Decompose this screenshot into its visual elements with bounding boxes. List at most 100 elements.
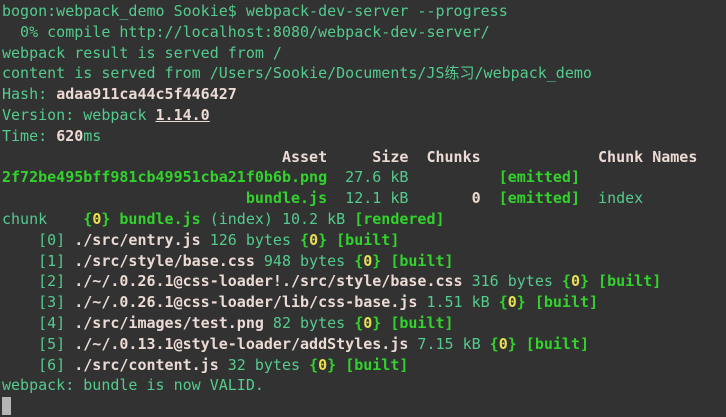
terminal-text-segment: ./src/content.js <box>74 356 219 374</box>
terminal-line: [4] ./src/images/test.png 82 bytes {0} [… <box>2 313 726 334</box>
terminal-text-segment: 1.51 kB <box>417 293 498 311</box>
terminal-line: [6] ./src/content.js 32 bytes {0} [built… <box>2 355 726 376</box>
terminal-text-segment: 1.14.0 <box>156 106 210 124</box>
terminal-text-segment: { <box>300 231 309 249</box>
terminal-text-segment: [built] <box>526 335 589 353</box>
terminal-text-segment: Version: webpack <box>2 106 156 124</box>
terminal-text-segment: bogon:webpack_demo Sookie$ webpack-dev-s… <box>2 2 508 20</box>
terminal-text-segment: 12.1 kB <box>327 189 472 207</box>
terminal-text-segment: } <box>327 356 336 374</box>
terminal-text-segment: [2] <box>2 272 74 290</box>
terminal-text-segment: [built] <box>345 356 408 374</box>
terminal-text-segment: [6] <box>2 356 74 374</box>
terminal-text-segment: { <box>562 272 571 290</box>
terminal-text-segment <box>526 293 535 311</box>
terminal-text-segment: 0 <box>92 210 101 228</box>
terminal-text-segment: [built] <box>336 231 399 249</box>
terminal-text-segment: [0] <box>2 231 74 249</box>
terminal-line: Asset Size Chunks Chunk Names <box>2 147 726 168</box>
terminal-text-segment: webpack: bundle is now VALID. <box>2 376 264 394</box>
terminal-text-segment: webpack result is served from / <box>2 44 282 62</box>
terminal-text-segment: Hash: <box>2 85 56 103</box>
terminal-line: webpack result is served from / <box>2 43 726 64</box>
terminal-text-segment: 0 <box>318 356 327 374</box>
terminal-text-segment: [built] <box>390 252 453 270</box>
terminal-line: 2f72be495bff981cb49951cba21f0b6b.png 27.… <box>2 167 726 188</box>
terminal-text-segment: 316 bytes <box>463 272 562 290</box>
terminal-text-segment: 82 bytes <box>264 314 354 332</box>
terminal-text-segment: [built] <box>598 272 661 290</box>
terminal-text-segment: 0 <box>571 272 580 290</box>
terminal-text-segment: 0 <box>508 293 517 311</box>
terminal-text-segment <box>517 335 526 353</box>
terminal-line: [0] ./src/entry.js 126 bytes {0} [built] <box>2 230 726 251</box>
terminal-text-segment: } <box>517 293 526 311</box>
terminal-text-segment: } <box>372 252 381 270</box>
terminal-line: content is served from /Users/Sookie/Doc… <box>2 63 726 84</box>
terminal-output: bogon:webpack_demo Sookie$ webpack-dev-s… <box>2 1 726 417</box>
terminal-text-segment: 0 <box>363 252 372 270</box>
terminal-text-segment: ./~/.0.13.1@style-loader/addStyles.js <box>74 335 408 353</box>
terminal-text-segment <box>589 272 598 290</box>
terminal-cursor <box>2 397 11 415</box>
terminal-text-segment: [1] <box>2 252 74 270</box>
terminal-text-segment: 0 <box>472 189 481 207</box>
terminal-text-segment: ./src/images/test.png <box>74 314 264 332</box>
terminal-text-segment: [emitted] <box>499 189 580 207</box>
terminal-line: [1] ./src/style/base.css 948 bytes {0} [… <box>2 251 726 272</box>
terminal-text-segment: ./~/.0.26.1@css-loader/lib/css-base.js <box>74 293 417 311</box>
terminal-text-segment: ms <box>83 127 101 145</box>
terminal-line: [2] ./~/.0.26.1@css-loader!./src/style/b… <box>2 271 726 292</box>
terminal-text-segment: ./src/entry.js <box>74 231 200 249</box>
terminal-text-segment: } <box>372 314 381 332</box>
terminal-text-segment: [rendered] <box>354 210 444 228</box>
terminal-text-segment: content is served from /Users/Sookie/Doc… <box>2 64 592 82</box>
terminal-text-segment <box>481 189 499 207</box>
terminal-text-segment <box>336 356 345 374</box>
terminal-text-segment: [4] <box>2 314 74 332</box>
terminal-text-segment: (index) 10.2 kB <box>201 210 355 228</box>
terminal-text-segment: [3] <box>2 293 74 311</box>
terminal-screen[interactable]: bogon:webpack_demo Sookie$ webpack-dev-s… <box>0 0 726 417</box>
terminal-text-segment: { <box>354 252 363 270</box>
terminal-text-segment: { <box>490 335 499 353</box>
terminal-line: Time: 620ms <box>2 126 726 147</box>
terminal-text-segment: 0 <box>363 314 372 332</box>
terminal-text-segment: [5] <box>2 335 74 353</box>
terminal-text-segment: Time: <box>2 127 56 145</box>
terminal-line: chunk {0} bundle.js (index) 10.2 kB [ren… <box>2 209 726 230</box>
terminal-text-segment: { <box>83 210 92 228</box>
terminal-text-segment: } <box>318 231 327 249</box>
terminal-text-segment <box>2 189 246 207</box>
terminal-text-segment: } <box>580 272 589 290</box>
terminal-text-segment: Asset Size Chunks Chunk Names <box>2 148 697 166</box>
terminal-text-segment: 620 <box>56 127 83 145</box>
terminal-text-segment <box>327 231 336 249</box>
terminal-text-segment: ./~/.0.26.1@css-loader!./src/style/base.… <box>74 272 462 290</box>
terminal-line: webpack: bundle is now VALID. <box>2 375 726 396</box>
terminal-line: 0% compile http://localhost:8080/webpack… <box>2 22 726 43</box>
terminal-text-segment: { <box>309 356 318 374</box>
terminal-line: bundle.js 12.1 kB 0 [emitted] index <box>2 188 726 209</box>
terminal-line: bogon:webpack_demo Sookie$ webpack-dev-s… <box>2 1 726 22</box>
terminal-line: Hash: adaa911ca44c5f446427 <box>2 84 726 105</box>
terminal-text-segment: 0 <box>499 335 508 353</box>
terminal-text-segment: [built] <box>390 314 453 332</box>
terminal-text-segment: { <box>499 293 508 311</box>
terminal-text-segment: 948 bytes <box>255 252 354 270</box>
terminal-line <box>2 396 726 417</box>
terminal-text-segment: 32 bytes <box>219 356 309 374</box>
terminal-text-segment: 7.15 kB <box>408 335 489 353</box>
terminal-text-segment: [emitted] <box>499 168 580 186</box>
terminal-text-segment: } <box>508 335 517 353</box>
terminal-text-segment: adaa911ca44c5f446427 <box>56 85 237 103</box>
terminal-text-segment: bundle.js <box>246 189 327 207</box>
terminal-text-segment <box>381 252 390 270</box>
terminal-text-segment: 0 <box>309 231 318 249</box>
terminal-line: Version: webpack 1.14.0 <box>2 105 726 126</box>
terminal-text-segment: 0% compile http://localhost:8080/webpack… <box>2 23 490 41</box>
terminal-text-segment: ./src/style/base.css <box>74 252 255 270</box>
terminal-text-segment: { <box>354 314 363 332</box>
terminal-text-segment <box>381 314 390 332</box>
terminal-line: [3] ./~/.0.26.1@css-loader/lib/css-base.… <box>2 292 726 313</box>
